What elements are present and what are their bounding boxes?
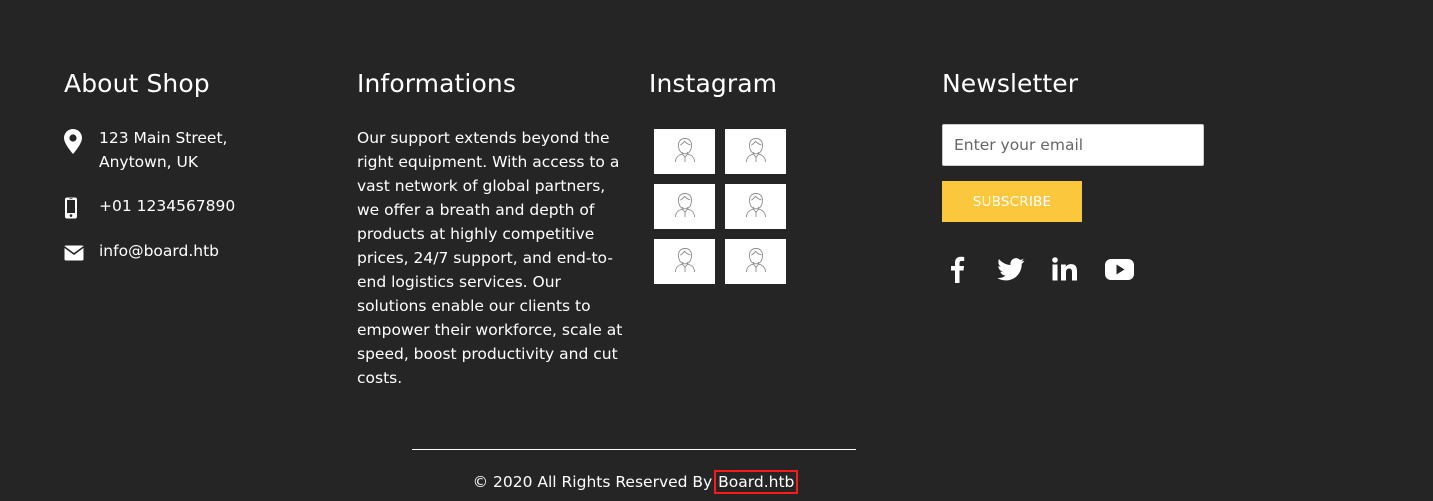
youtube-link[interactable] — [1104, 256, 1134, 286]
person-placeholder-icon — [745, 247, 767, 277]
instagram-image[interactable] — [725, 184, 786, 229]
about-shop-column: About Shop 123 Main Street, Anytown, UK — [64, 68, 324, 283]
subscribe-button[interactable]: SUBSCRIBE — [942, 181, 1082, 222]
person-placeholder-icon — [745, 137, 767, 167]
facebook-icon — [949, 255, 965, 287]
informations-text: Our support extends beyond the right equ… — [357, 129, 623, 387]
newsletter-column: Newsletter SUBSCRIBE — [942, 68, 1262, 286]
brand-link[interactable]: Board.htb — [714, 470, 799, 494]
contact-list: 123 Main Street, Anytown, UK +01 1234567… — [64, 126, 324, 263]
twitter-link[interactable] — [996, 256, 1026, 286]
footer-divider — [412, 449, 856, 450]
informations-column: Informations Our support extends beyond … — [357, 68, 627, 406]
linkedin-link[interactable] — [1050, 256, 1080, 286]
twitter-icon — [997, 257, 1025, 285]
envelope-icon — [64, 239, 99, 261]
instagram-title: Instagram — [649, 69, 778, 98]
instagram-grid — [654, 129, 909, 284]
address-line-1: 123 Main Street, — [99, 129, 228, 147]
instagram-image[interactable] — [654, 184, 715, 229]
copyright-prefix: © 2020 All Rights Reserved By — [472, 473, 713, 491]
address-text: 123 Main Street, Anytown, UK — [99, 126, 227, 174]
map-pin-icon — [64, 126, 99, 154]
person-placeholder-icon — [674, 137, 696, 167]
youtube-icon — [1104, 258, 1134, 284]
informations-title: Informations — [357, 69, 516, 98]
contact-phone: +01 1234567890 — [64, 194, 324, 219]
instagram-image[interactable] — [654, 129, 715, 174]
person-placeholder-icon — [745, 192, 767, 222]
newsletter-title: Newsletter — [942, 69, 1079, 98]
newsletter-form: SUBSCRIBE — [942, 124, 1262, 222]
instagram-image[interactable] — [654, 239, 715, 284]
contact-email: info@board.htb — [64, 239, 324, 263]
mobile-phone-icon — [64, 194, 99, 219]
person-placeholder-icon — [674, 192, 696, 222]
facebook-link[interactable] — [942, 256, 972, 286]
person-placeholder-icon — [674, 247, 696, 277]
address-line-2: Anytown, UK — [99, 153, 199, 171]
email-text[interactable]: info@board.htb — [99, 239, 219, 263]
instagram-image[interactable] — [725, 239, 786, 284]
email-input[interactable] — [942, 124, 1204, 166]
instagram-image[interactable] — [725, 129, 786, 174]
phone-text: +01 1234567890 — [99, 197, 236, 215]
copyright-text: © 2020 All Rights Reserved By Board.htb — [0, 470, 1268, 494]
contact-address: 123 Main Street, Anytown, UK — [64, 126, 324, 174]
about-shop-title: About Shop — [64, 69, 210, 98]
social-links — [942, 256, 1262, 286]
linkedin-icon — [1052, 257, 1078, 285]
instagram-column: Instagram — [649, 68, 909, 284]
